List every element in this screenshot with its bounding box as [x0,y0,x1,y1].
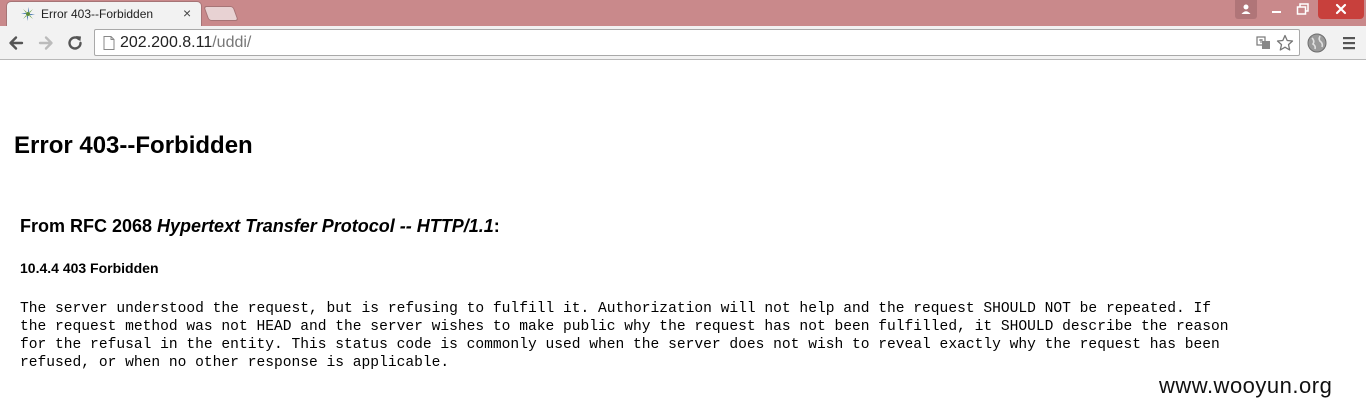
rfc-prefix: From RFC 2068 [20,216,158,236]
close-icon [1335,3,1347,15]
back-arrow-icon[interactable] [6,33,26,53]
url-host: 202.200.8.11 [120,34,213,51]
description-line: the request method was not HEAD and the … [20,319,1229,335]
user-icon [1241,4,1251,14]
forward-arrow-icon[interactable] [36,33,56,53]
tab-title: Error 403--Forbidden [41,7,154,21]
tab-active[interactable]: Error 403--Forbidden × [6,1,202,26]
error-description: The server understood the request, but i… [20,300,1356,372]
description-line: for the refusal in the entity. This stat… [20,337,1220,353]
address-bar[interactable]: 202.200.8.11/uddi/ [94,29,1300,56]
loading-spinner-icon [21,7,35,21]
new-tab-button[interactable] [203,6,239,21]
rfc-reference: From RFC 2068 Hypertext Transfer Protoco… [20,216,500,237]
title-bar: Error 403--Forbidden × [0,0,1366,26]
rfc-title: Hypertext Transfer Protocol -- HTTP/1.1 [157,216,494,236]
minimize-icon [1272,11,1281,13]
reload-icon[interactable] [65,33,85,53]
browser-toolbar: 202.200.8.11/uddi/ [0,26,1366,60]
minimize-button[interactable] [1264,0,1290,19]
watermark: www.wooyun.org [1159,373,1333,398]
bookmark-star-icon[interactable] [1276,34,1294,52]
globe-extension-icon[interactable] [1306,32,1328,54]
page-content: Error 403--Forbidden From RFC 2068 Hyper… [0,60,1366,414]
description-line: refused, or when no other response is ap… [20,355,450,371]
rfc-suffix: : [493,216,500,236]
window-close-button[interactable] [1318,0,1364,19]
section-heading: 10.4.4 403 Forbidden [20,260,159,276]
restore-icon [1296,3,1309,15]
url-path: /uddi/ [212,34,252,51]
user-profile-button[interactable] [1235,0,1257,19]
hamburger-menu-icon[interactable] [1340,34,1358,52]
restore-button[interactable] [1290,0,1316,19]
description-line: The server understood the request, but i… [20,301,1212,317]
page-title: Error 403--Forbidden [14,132,253,159]
url-text[interactable]: 202.200.8.11/uddi/ [120,34,251,52]
translate-icon[interactable] [1255,34,1273,52]
page-icon [103,36,115,50]
tab-close-icon[interactable]: × [183,5,191,21]
